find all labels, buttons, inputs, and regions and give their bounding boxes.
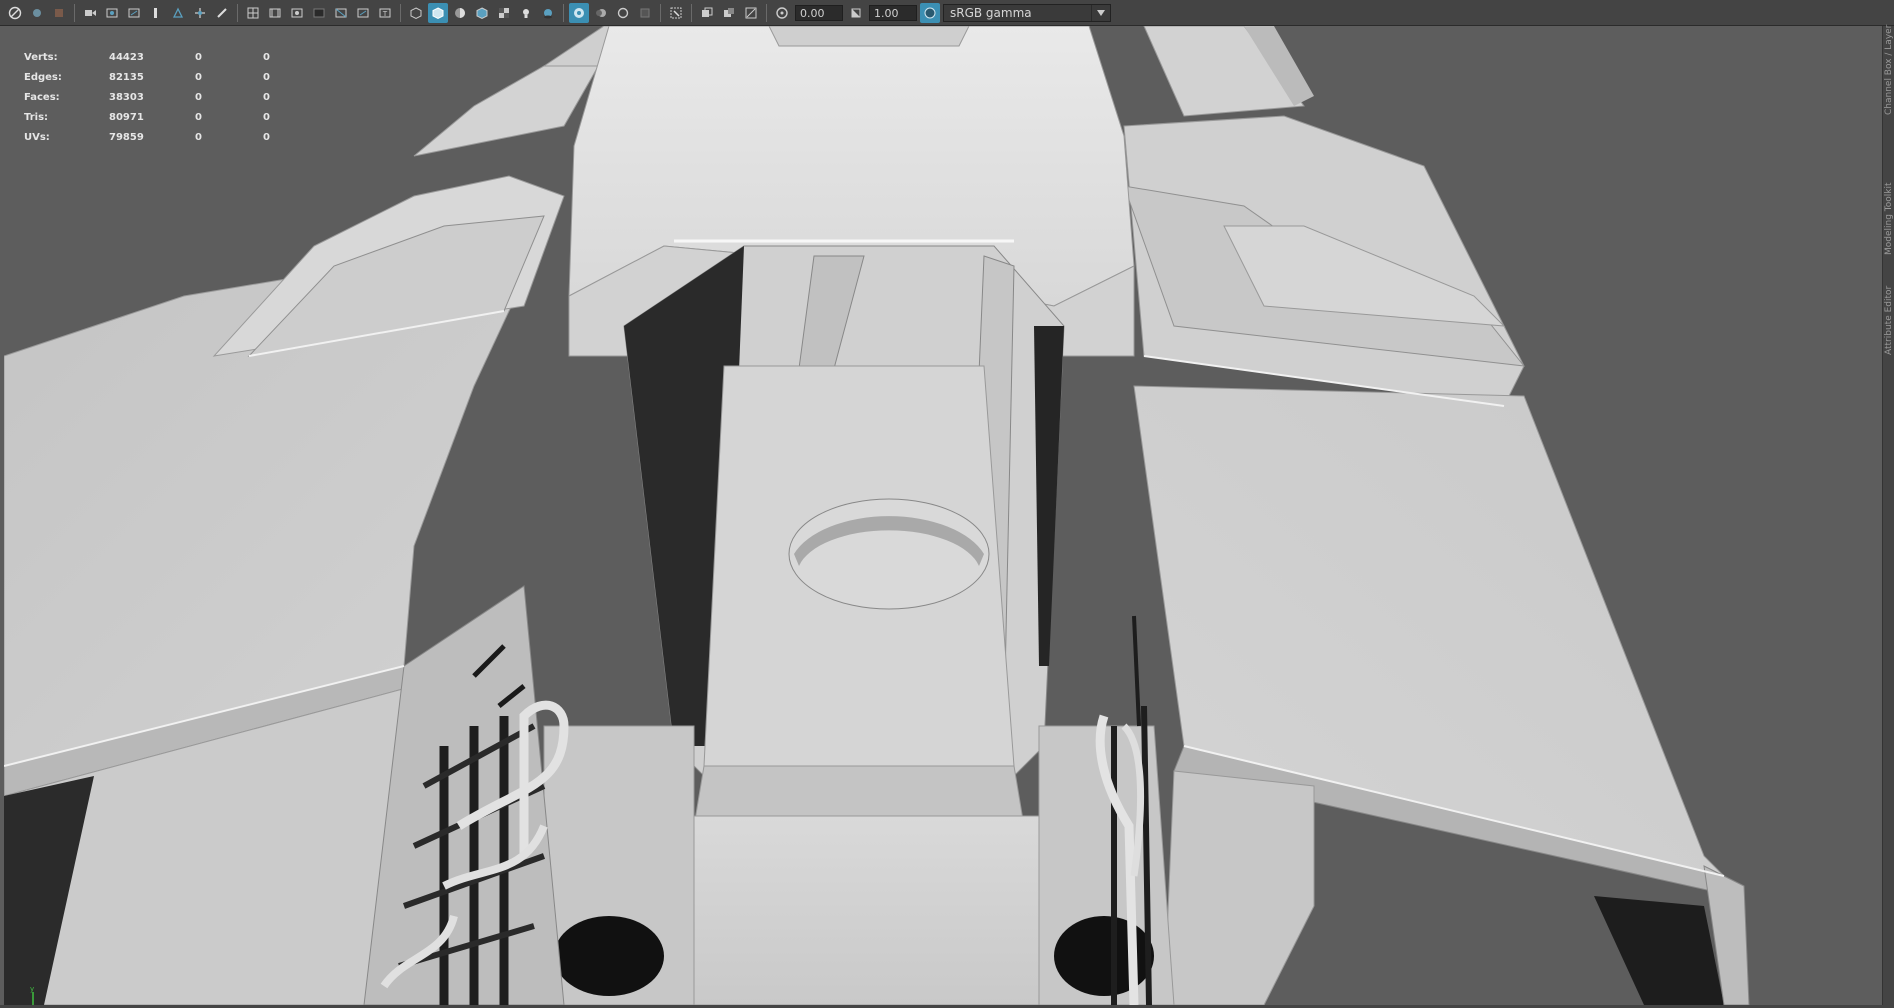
right-fender bbox=[1123, 26, 1750, 1005]
hud-stat-value: 79859 bbox=[109, 132, 144, 143]
hud-row: Verts: 44423 0 0 bbox=[20, 52, 280, 72]
isolate-select-icon[interactable] bbox=[666, 3, 686, 23]
shaded-wireframe-icon[interactable] bbox=[472, 3, 492, 23]
color-management-icon[interactable] bbox=[920, 2, 940, 23]
depth-of-field-icon[interactable] bbox=[635, 3, 655, 23]
field-chart-icon[interactable] bbox=[331, 3, 351, 23]
toolbar-divider bbox=[400, 3, 401, 22]
svg-text:y: y bbox=[30, 986, 34, 993]
image-plane-icon[interactable] bbox=[102, 3, 122, 23]
gate-mask-icon[interactable] bbox=[309, 3, 329, 23]
resolution-gate-icon[interactable] bbox=[287, 3, 307, 23]
hud-stat-value: 0 bbox=[263, 112, 270, 123]
select-camera-icon[interactable] bbox=[5, 3, 25, 23]
ambient-occlusion-icon[interactable] bbox=[569, 2, 589, 23]
hud-stat-value: 0 bbox=[195, 92, 202, 103]
exposure-input[interactable]: 0.00 bbox=[795, 4, 843, 21]
hud-stat-label: UVs: bbox=[24, 132, 50, 143]
toolbar-divider bbox=[660, 3, 661, 22]
hud-row: Tris: 80971 0 0 bbox=[20, 112, 280, 132]
hud-stat-value: 80971 bbox=[109, 112, 144, 123]
view-axis-icon: x y bbox=[30, 986, 34, 1005]
bookmarks-icon[interactable] bbox=[80, 3, 100, 23]
hud-stat-value: 0 bbox=[195, 132, 202, 143]
hud-stat-value: 0 bbox=[263, 132, 270, 143]
hud-stat-label: Verts: bbox=[24, 52, 58, 63]
grid-icon[interactable] bbox=[243, 3, 263, 23]
view-transform-value: sRGB gamma bbox=[950, 5, 1032, 20]
hud-stat-value: 0 bbox=[263, 72, 270, 83]
tank-model-render bbox=[4, 26, 1750, 1005]
hud-stat-value: 0 bbox=[195, 112, 202, 123]
side-tab[interactable]: Modeling Toolkit bbox=[1884, 182, 1894, 255]
hud-stat-label: Edges: bbox=[24, 72, 62, 83]
hud-row: Faces: 38303 0 0 bbox=[20, 92, 280, 112]
xray-components-icon[interactable] bbox=[741, 3, 761, 23]
perspective-viewport[interactable]: Verts: 44423 0 0 Edges: 82135 0 0 Faces: 38303 0 0 T… bbox=[4, 26, 1882, 1005]
hud-stat-value: 0 bbox=[263, 92, 270, 103]
hud-stat-value: 44423 bbox=[109, 52, 144, 63]
hud-stat-value: 38303 bbox=[109, 92, 144, 103]
grid-snap-icon[interactable] bbox=[168, 3, 188, 23]
shadows-icon[interactable] bbox=[538, 3, 558, 23]
hud-stat-value: 0 bbox=[195, 52, 202, 63]
poly-count-hud: Verts: 44423 0 0 Edges: 82135 0 0 Faces: 38303 0 0 T… bbox=[20, 52, 280, 152]
hud-row: Edges: 82135 0 0 bbox=[20, 72, 280, 92]
safe-title-icon[interactable]: T bbox=[375, 3, 395, 23]
motion-blur-icon[interactable] bbox=[591, 3, 611, 23]
xray-joints-icon[interactable] bbox=[719, 3, 739, 23]
toolbar-divider bbox=[237, 3, 238, 22]
wireframe-icon[interactable] bbox=[406, 3, 426, 23]
maya-viewport-window: T 0.00 1.00 sRGB gamma Verts: 44423 0 0 … bbox=[0, 0, 1894, 1008]
exposure-icon[interactable] bbox=[772, 3, 792, 23]
two-d-pan-zoom-icon[interactable] bbox=[124, 3, 144, 23]
lighting-icon[interactable] bbox=[516, 3, 536, 23]
chevron-down-icon bbox=[1091, 4, 1110, 21]
toolbar-divider bbox=[691, 3, 692, 22]
gamma-input[interactable]: 1.00 bbox=[869, 4, 917, 21]
grease-pencil-icon[interactable] bbox=[146, 3, 166, 23]
side-tab[interactable]: Attribute Editor bbox=[1884, 286, 1894, 355]
right-panel-tabs: Channel Box / Layer Modeling Toolkit Attri… bbox=[1882, 25, 1894, 1008]
toolbar-divider bbox=[766, 3, 767, 22]
toolbar-divider bbox=[74, 3, 75, 22]
safe-action-icon[interactable] bbox=[353, 3, 373, 23]
gamma-icon[interactable] bbox=[846, 3, 866, 23]
pencil-icon[interactable] bbox=[212, 3, 232, 23]
camera-attributes-icon[interactable] bbox=[49, 3, 69, 23]
xray-icon[interactable] bbox=[697, 3, 717, 23]
svg-text:T: T bbox=[382, 10, 388, 18]
hud-stat-value: 0 bbox=[263, 52, 270, 63]
view-transform-dropdown[interactable]: sRGB gamma bbox=[943, 3, 1111, 22]
hud-stat-value: 0 bbox=[195, 72, 202, 83]
textured-icon[interactable] bbox=[494, 3, 514, 23]
anti-aliasing-icon[interactable] bbox=[613, 3, 633, 23]
lock-camera-icon[interactable] bbox=[27, 3, 47, 23]
film-gate-icon[interactable] bbox=[265, 3, 285, 23]
toolbar-divider bbox=[563, 3, 564, 22]
smooth-shade-icon[interactable] bbox=[428, 2, 448, 23]
default-material-icon[interactable] bbox=[450, 3, 470, 23]
hud-stat-label: Tris: bbox=[24, 112, 49, 123]
hud-stat-value: 82135 bbox=[109, 72, 144, 83]
motion-trail-icon[interactable] bbox=[190, 3, 210, 23]
hud-row: UVs: 79859 0 0 bbox=[20, 132, 280, 152]
viewport-toolbar: T 0.00 1.00 sRGB gamma bbox=[0, 0, 1894, 26]
side-tab[interactable]: Channel Box / Layer bbox=[1884, 25, 1894, 115]
hud-stat-label: Faces: bbox=[24, 92, 60, 103]
